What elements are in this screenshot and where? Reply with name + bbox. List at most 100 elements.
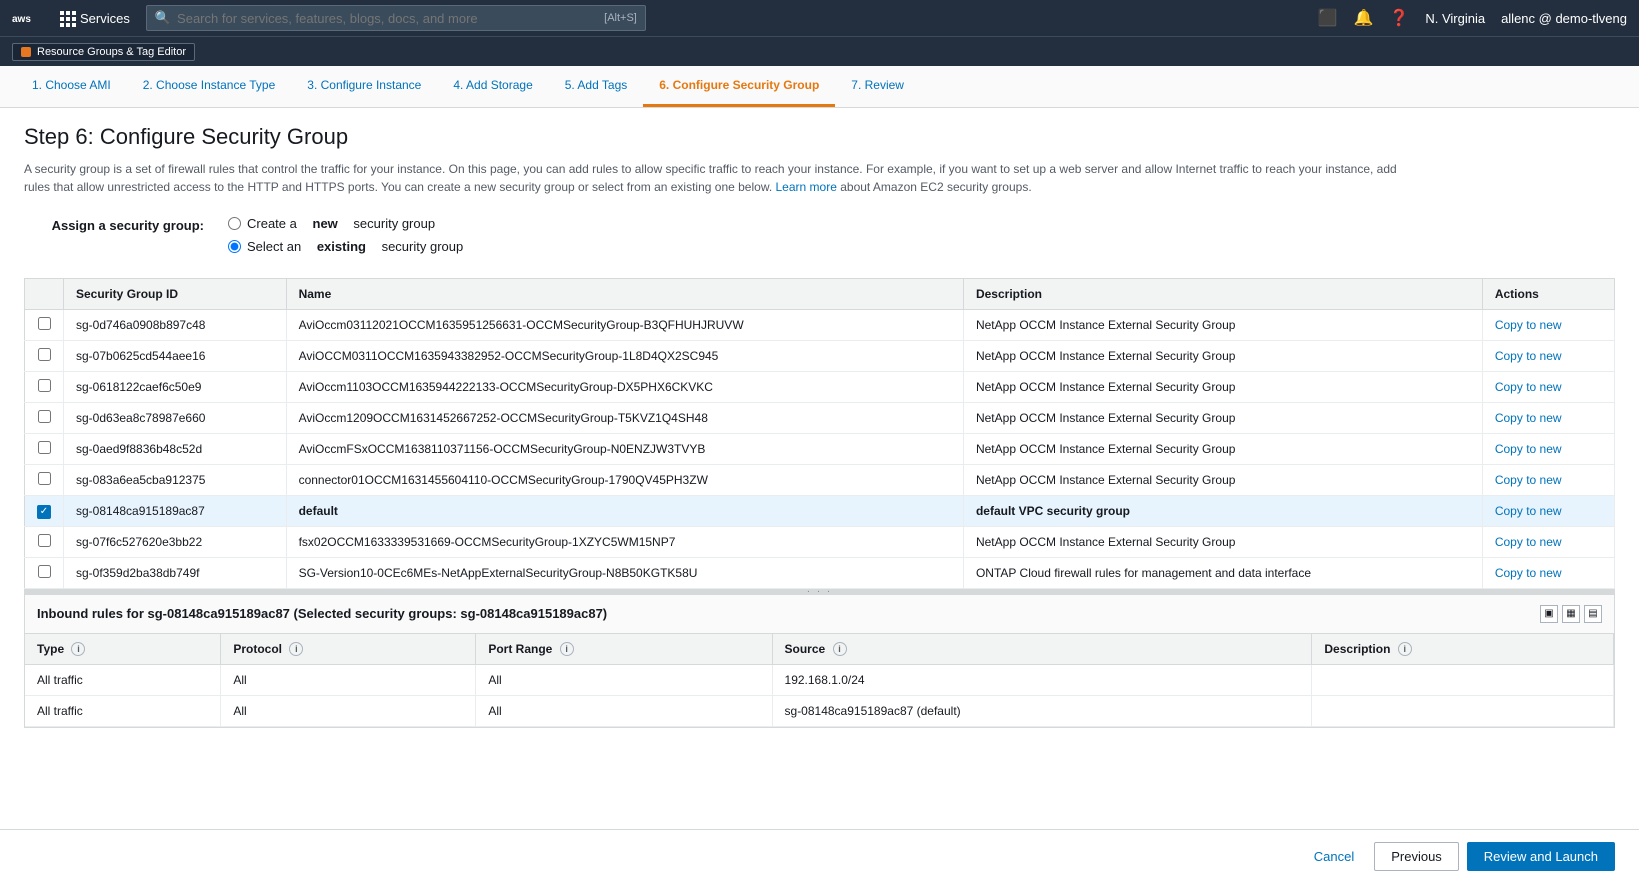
copy-to-new-link[interactable]: Copy to new	[1495, 349, 1562, 363]
cell-sg-action: Copy to new	[1482, 341, 1614, 372]
cancel-button[interactable]: Cancel	[1302, 843, 1366, 870]
cell-sg-id: sg-07f6c527620e3bb22	[64, 526, 287, 557]
table-row[interactable]: sg-07f6c527620e3bb22fsx02OCCM16333395316…	[25, 526, 1615, 557]
view-icon-3[interactable]: ▤	[1584, 605, 1602, 623]
port-info-icon[interactable]: i	[560, 642, 574, 656]
step3-label: 3. Configure Instance	[307, 78, 421, 92]
footer: Cancel Previous Review and Launch	[0, 829, 1639, 883]
checkbox-unchecked[interactable]	[38, 379, 51, 392]
table-row[interactable]: sg-083a6ea5cba912375connector01OCCM16314…	[25, 465, 1615, 496]
step-choose-ami[interactable]: 1. Choose AMI	[16, 66, 127, 107]
table-row[interactable]: sg-0aed9f8836b48c52dAviOccmFSxOCCM163811…	[25, 434, 1615, 465]
bell-icon[interactable]: 🔔	[1353, 8, 1373, 28]
row-checkbox[interactable]	[25, 496, 64, 527]
inbound-rule-row: All trafficAllAll192.168.1.0/24	[25, 665, 1614, 696]
col-name: Name	[286, 279, 963, 310]
row-checkbox[interactable]	[25, 310, 64, 341]
step-configure-security-group[interactable]: 6. Configure Security Group	[643, 66, 835, 107]
checkbox-unchecked[interactable]	[38, 472, 51, 485]
copy-to-new-link[interactable]: Copy to new	[1495, 566, 1562, 580]
row-checkbox[interactable]	[25, 341, 64, 372]
row-checkbox[interactable]	[25, 465, 64, 496]
select-existing-radio-input[interactable]	[228, 240, 241, 253]
col-source: Source i	[772, 634, 1312, 665]
copy-to-new-link[interactable]: Copy to new	[1495, 504, 1562, 518]
checkbox-unchecked[interactable]	[38, 317, 51, 330]
select-existing-radio[interactable]: Select an existing security group	[228, 239, 463, 254]
cell-protocol: All	[221, 665, 476, 696]
inbound-title: Inbound rules for sg-08148ca915189ac87 (…	[37, 606, 607, 621]
learn-more-link[interactable]: Learn more	[776, 180, 837, 194]
table-row[interactable]: sg-0618122caef6c50e9AviOccm1103OCCM16359…	[25, 372, 1615, 403]
cell-source: 192.168.1.0/24	[772, 665, 1312, 696]
services-label: Services	[80, 11, 130, 26]
create-new-radio-input[interactable]	[228, 217, 241, 230]
desc-info-icon[interactable]: i	[1398, 642, 1412, 656]
type-info-icon[interactable]: i	[71, 642, 85, 656]
view-icon-1[interactable]: ▣	[1540, 605, 1558, 623]
resizer-dots: · · ·	[807, 586, 833, 597]
row-checkbox[interactable]	[25, 372, 64, 403]
copy-to-new-link[interactable]: Copy to new	[1495, 380, 1562, 394]
cell-sg-id: sg-0aed9f8836b48c52d	[64, 434, 287, 465]
cell-sg-id: sg-07b0625cd544aee16	[64, 341, 287, 372]
checkbox-unchecked[interactable]	[38, 410, 51, 423]
cell-sg-action: Copy to new	[1482, 496, 1614, 527]
terminal-icon[interactable]: ⬛	[1318, 8, 1338, 28]
cell-type: All traffic	[25, 665, 221, 696]
create-new-radio[interactable]: Create a new security group	[228, 216, 463, 231]
cell-sg-id: sg-0618122caef6c50e9	[64, 372, 287, 403]
cell-port-range: All	[476, 665, 772, 696]
step-choose-instance-type[interactable]: 2. Choose Instance Type	[127, 66, 292, 107]
checkbox-unchecked[interactable]	[38, 534, 51, 547]
source-info-icon[interactable]: i	[833, 642, 847, 656]
search-shortcut: [Alt+S]	[604, 12, 637, 24]
checkbox-checked	[37, 505, 51, 519]
step-configure-instance[interactable]: 3. Configure Instance	[291, 66, 437, 107]
grid-icon	[60, 11, 74, 25]
row-checkbox[interactable]	[25, 434, 64, 465]
services-button[interactable]: Services	[60, 11, 130, 26]
step7-label: 7. Review	[851, 78, 904, 92]
step-add-storage[interactable]: 4. Add Storage	[437, 66, 548, 107]
cell-protocol: All	[221, 696, 476, 727]
row-checkbox[interactable]	[25, 526, 64, 557]
checkbox-unchecked[interactable]	[38, 348, 51, 361]
table-row[interactable]: sg-08148ca915189ac87defaultdefault VPC s…	[25, 496, 1615, 527]
row-checkbox[interactable]	[25, 557, 64, 588]
help-icon[interactable]: ❓	[1389, 8, 1409, 28]
user-account[interactable]: allenc @ demo-tlveng	[1501, 11, 1627, 26]
radio-existing-prefix: Select an	[247, 239, 301, 254]
cell-sg-name: AviOccmFSxOCCM1638110371156-OCCMSecurity…	[286, 434, 963, 465]
row-checkbox[interactable]	[25, 403, 64, 434]
copy-to-new-link[interactable]: Copy to new	[1495, 411, 1562, 425]
protocol-info-icon[interactable]: i	[289, 642, 303, 656]
copy-to-new-link[interactable]: Copy to new	[1495, 535, 1562, 549]
cell-sg-action: Copy to new	[1482, 557, 1614, 588]
resource-groups-button[interactable]: Resource Groups & Tag Editor	[12, 43, 195, 61]
table-row[interactable]: sg-0d63ea8c78987e660AviOccm1209OCCM16314…	[25, 403, 1615, 434]
copy-to-new-link[interactable]: Copy to new	[1495, 318, 1562, 332]
previous-button[interactable]: Previous	[1374, 842, 1459, 871]
step-review[interactable]: 7. Review	[835, 66, 920, 107]
search-bar[interactable]: 🔍 [Alt+S]	[146, 5, 646, 31]
step-add-tags[interactable]: 5. Add Tags	[549, 66, 644, 107]
review-and-launch-button[interactable]: Review and Launch	[1467, 842, 1615, 871]
col-description: Description	[963, 279, 1482, 310]
copy-to-new-link[interactable]: Copy to new	[1495, 442, 1562, 456]
step5-label: 5. Add Tags	[565, 78, 628, 92]
step2-label: 2. Choose Instance Type	[143, 78, 276, 92]
copy-to-new-link[interactable]: Copy to new	[1495, 473, 1562, 487]
checkbox-unchecked[interactable]	[38, 565, 51, 578]
table-row[interactable]: sg-07b0625cd544aee16AviOCCM0311OCCM16359…	[25, 341, 1615, 372]
checkbox-unchecked[interactable]	[38, 441, 51, 454]
view-icon-2[interactable]: ▦	[1562, 605, 1580, 623]
table-row[interactable]: sg-0f359d2ba38db749fSG-Version10-0CEc6ME…	[25, 557, 1615, 588]
cell-sg-name: connector01OCCM1631455604110-OCCMSecurit…	[286, 465, 963, 496]
aws-logo: aws	[12, 8, 44, 28]
inbound-rules-section: Inbound rules for sg-08148ca915189ac87 (…	[24, 595, 1615, 729]
region-selector[interactable]: N. Virginia	[1425, 11, 1485, 26]
cell-sg-description: NetApp OCCM Instance External Security G…	[963, 403, 1482, 434]
table-row[interactable]: sg-0d746a0908b897c48AviOccm03112021OCCM1…	[25, 310, 1615, 341]
search-input[interactable]	[177, 11, 604, 26]
